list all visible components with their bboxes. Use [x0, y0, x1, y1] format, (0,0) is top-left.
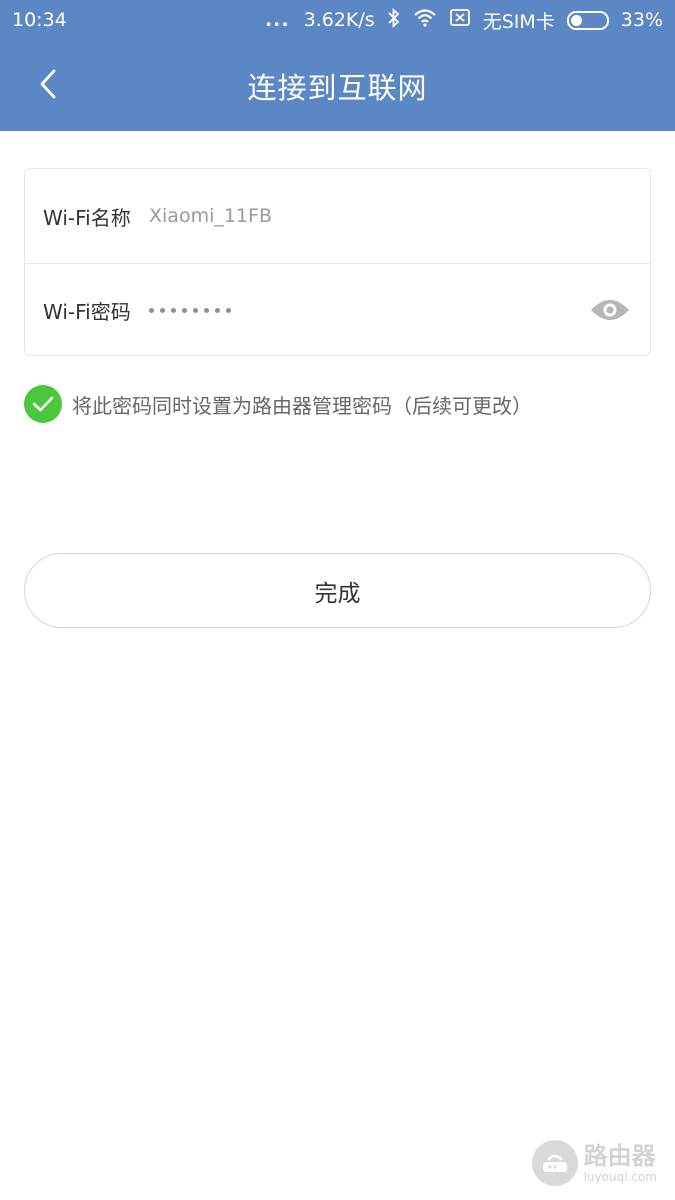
password-row: Wi-Fi密码: [25, 263, 650, 357]
battery-fill: [570, 14, 582, 26]
eye-icon: [591, 300, 629, 320]
password-mask-dot: [193, 308, 198, 313]
page-title: 连接到互联网: [247, 70, 428, 105]
watermark-title: 路由器: [583, 1141, 656, 1170]
password-input[interactable]: [149, 308, 231, 313]
ssid-row: Wi-Fi名称 Xiaomi_11FB: [25, 169, 650, 263]
password-mask-dot: [226, 308, 231, 313]
watermark-subtitle: luyouqi.com: [583, 1169, 657, 1184]
admin-password-option: 将此密码同时设置为路由器管理密码（后续可更改）: [24, 385, 532, 423]
password-mask-dot: [204, 308, 209, 313]
app-header: 10:34 ... 3.62K/s 无SIM卡 33% 连接到互联网: [0, 0, 675, 131]
wifi-form-card: Wi-Fi名称 Xiaomi_11FB Wi-Fi密码: [24, 168, 651, 356]
admin-password-checkbox[interactable]: [24, 385, 62, 423]
password-mask-dot: [182, 308, 187, 313]
no-sim-icon: [449, 8, 471, 33]
password-mask-dot: [215, 308, 220, 313]
sim-status: 无SIM卡: [482, 10, 555, 33]
password-label: Wi-Fi密码: [43, 300, 131, 324]
status-time: 10:34: [12, 9, 67, 31]
network-speed: 3.62K/s: [303, 9, 375, 31]
notification-dots: ...: [264, 9, 290, 31]
battery-percent: 33%: [620, 9, 663, 31]
battery-icon: [566, 10, 609, 30]
watermark: 路由器 luyouqi.com: [531, 1140, 657, 1186]
done-button[interactable]: 完成: [24, 553, 651, 628]
wifi-icon: [413, 8, 437, 33]
nav-bar: 连接到互联网: [0, 40, 675, 131]
password-mask-dot: [149, 308, 154, 313]
back-button[interactable]: [28, 60, 68, 108]
show-password-button[interactable]: [590, 292, 630, 328]
check-icon: [32, 396, 54, 412]
ssid-input[interactable]: Xiaomi_11FB: [149, 205, 272, 227]
chevron-left-icon: [40, 69, 56, 99]
bluetooth-icon: [387, 7, 401, 33]
password-mask-dot: [160, 308, 165, 313]
status-bar: 10:34 ... 3.62K/s 无SIM卡 33%: [0, 0, 675, 40]
password-mask-dot: [171, 308, 176, 313]
admin-password-label: 将此密码同时设置为路由器管理密码（后续可更改）: [72, 393, 532, 418]
router-logo-icon: [531, 1140, 578, 1186]
ssid-label: Wi-Fi名称: [43, 205, 131, 230]
